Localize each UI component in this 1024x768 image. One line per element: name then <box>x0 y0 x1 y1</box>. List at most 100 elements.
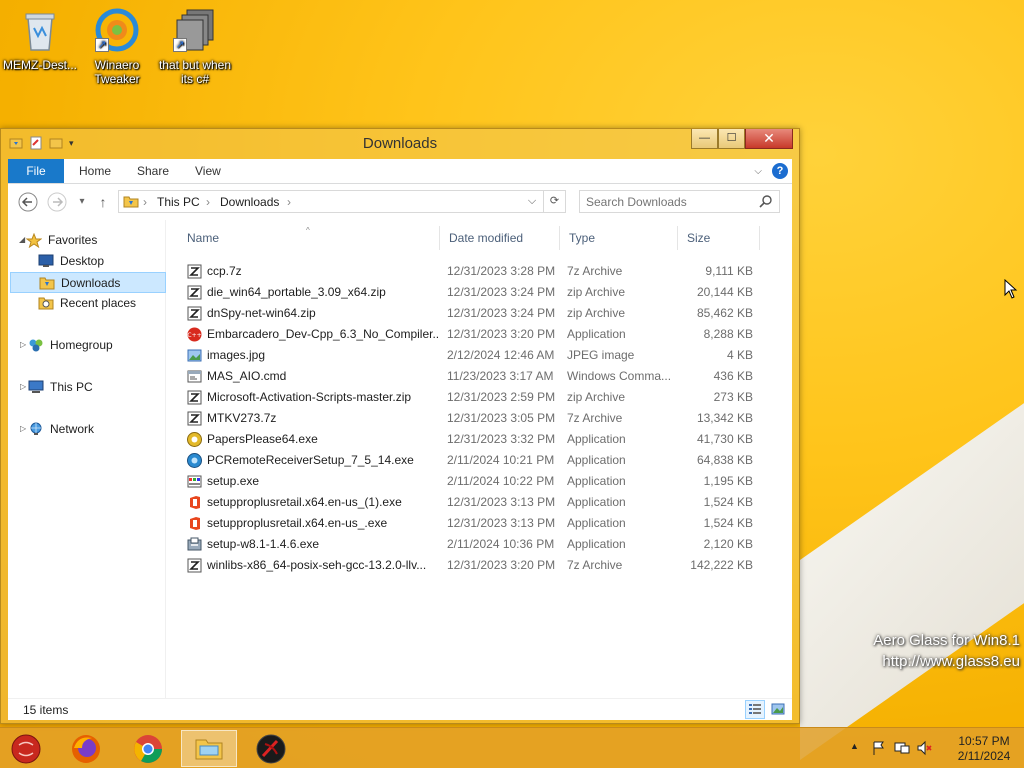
computer-icon <box>28 380 44 394</box>
explorer-window[interactable]: ▾ Downloads — ☐ ✕ File Home Share View ⌵… <box>0 128 800 724</box>
file-row[interactable]: PapersPlease64.exe 12/31/2023 3:32 PM Appl… <box>178 429 778 450</box>
desktop-icon-memz[interactable]: MEMZ-Dest... <box>0 6 80 72</box>
file-size: 4 KB <box>726 348 753 362</box>
file-size: 273 KB <box>713 390 753 404</box>
title-bar[interactable]: ▾ Downloads — ☐ ✕ <box>1 129 799 159</box>
start-button[interactable] <box>0 730 52 767</box>
file-row[interactable]: ccp.7z 12/31/2023 3:28 PM 7z Archive 9,111 … <box>178 261 778 282</box>
search-box[interactable] <box>579 190 780 213</box>
minimize-button[interactable]: — <box>691 129 718 149</box>
svg-text:C++: C++ <box>187 332 201 339</box>
file-row[interactable]: PCRemoteReceiverSetup_7_5_14.exe 2/11/202… <box>178 450 778 471</box>
app-icon <box>256 734 286 764</box>
file-row[interactable]: setupproplusretail.x64.en-us_(1).exe 12/3… <box>178 492 778 513</box>
file-size: 1,195 KB <box>703 474 753 488</box>
file-type: 7z Archive <box>567 264 623 278</box>
file-row[interactable]: MAS_AIO.cmd 11/23/2023 3:17 AM Windows Com… <box>178 366 778 387</box>
file-row[interactable]: Microsoft-Activation-Scripts-master.zip 1… <box>178 387 778 408</box>
nav-downloads[interactable]: Downloads <box>10 272 166 293</box>
chrome-icon <box>134 735 162 763</box>
recent-places-icon <box>38 296 54 310</box>
volume-muted-icon[interactable] <box>916 740 932 759</box>
file-row[interactable]: setup-w8.1-1.4.6.exe 2/11/2024 10:36 PM Ap… <box>178 534 778 555</box>
back-button[interactable] <box>18 192 38 212</box>
breadcrumb-this-pc[interactable]: This PC <box>157 195 200 209</box>
file-size: 8,288 KB <box>703 327 753 341</box>
file-name: ccp.7z <box>207 264 242 278</box>
column-header-size[interactable]: Size <box>678 226 760 250</box>
taskbar-app[interactable] <box>243 730 299 767</box>
nav-this-pc[interactable]: This PC <box>28 377 153 398</box>
maximize-button[interactable]: ☐ <box>718 129 745 149</box>
file-row[interactable]: MTKV273.7z 12/31/2023 3:05 PM 7z Archive 13… <box>178 408 778 429</box>
file-name: MTKV273.7z <box>207 411 277 425</box>
taskbar-chrome[interactable] <box>120 730 176 767</box>
file-date-modified: 2/11/2024 10:22 PM <box>447 474 555 488</box>
expand-network-icon[interactable]: ▷ <box>20 425 28 433</box>
tab-share[interactable]: Share <box>137 159 169 183</box>
file-date-modified: 12/31/2023 3:28 PM <box>447 264 556 278</box>
refresh-button[interactable]: ⟳ <box>543 191 565 212</box>
nav-recent-places[interactable]: Recent places <box>38 293 163 314</box>
network-status-icon[interactable] <box>894 740 910 759</box>
file-date-modified: 12/31/2023 3:32 PM <box>447 432 556 446</box>
file-row[interactable]: C++ Embarcadero_Dev-Cpp_6.3_No_Compiler..… <box>178 324 778 345</box>
details-view-icon <box>749 704 761 714</box>
recycle-bin-icon <box>16 6 64 54</box>
nav-favorites[interactable]: Favorites <box>25 230 156 251</box>
search-input[interactable] <box>586 194 756 210</box>
address-bar[interactable]: › This PC › Downloads › ⌵ ⟳ <box>118 190 566 213</box>
file-date-modified: 2/11/2024 10:21 PM <box>447 453 555 467</box>
chevron-down-icon[interactable]: ⌵ <box>754 166 762 177</box>
taskbar-file-explorer[interactable] <box>181 730 237 767</box>
search-icon[interactable] <box>759 194 773 211</box>
expand-homegroup-icon[interactable]: ▷ <box>20 341 28 349</box>
details-view-button[interactable] <box>745 700 765 719</box>
file-row[interactable]: images.jpg 2/12/2024 12:46 AM JPEG image 4 … <box>178 345 778 366</box>
up-button[interactable]: ↑ <box>93 192 113 212</box>
file-name: setup-w8.1-1.4.6.exe <box>207 537 320 551</box>
file-row[interactable]: winlibs-x86_64-posix-seh-gcc-13.2.0-llv.… <box>178 555 778 576</box>
tab-file[interactable]: File <box>8 159 64 183</box>
desktop-icon-label: that but when <box>158 58 232 72</box>
recent-locations-button[interactable]: ▾ <box>72 192 92 212</box>
address-dropdown-button[interactable]: ⌵ <box>521 191 543 212</box>
breadcrumb-downloads[interactable]: Downloads <box>220 195 279 209</box>
column-header-date[interactable]: Date modified <box>440 226 560 250</box>
file-row[interactable]: setup.exe 2/11/2024 10:22 PM Application 1,… <box>178 471 778 492</box>
help-icon[interactable]: ? <box>772 163 788 179</box>
file-type: JPEG image <box>567 348 635 362</box>
forward-button[interactable] <box>47 192 67 212</box>
file-type: Application <box>567 327 626 341</box>
large-icons-view-button[interactable] <box>768 700 788 719</box>
nav-network[interactable]: Network <box>28 419 153 440</box>
content-area: ◢ Favorites Desktop Downloads Recent pla… <box>8 220 792 698</box>
mouse-cursor-icon <box>1004 279 1018 299</box>
file-row[interactable]: die_win64_portable_3.09_x64.zip 12/31/202… <box>178 282 778 303</box>
show-hidden-icons-icon[interactable]: ▲ <box>850 741 859 751</box>
image-icon <box>187 348 202 363</box>
column-header-name[interactable]: Name ^ <box>178 226 440 250</box>
desktop-icon-that-but-when[interactable]: ↗ that but when its c# <box>155 6 235 86</box>
taskbar-clock[interactable]: 10:57 PM 2/11/2024 <box>954 734 1014 764</box>
nav-desktop[interactable]: Desktop <box>38 251 158 272</box>
tab-home[interactable]: Home <box>79 159 111 183</box>
close-button[interactable]: ✕ <box>745 129 793 149</box>
navigation-bar: ▾ ↑ › This PC › Downloads › ⌵ ⟳ <box>8 184 792 220</box>
cmd-icon <box>187 369 202 384</box>
desktop-icon-winaero[interactable]: ↗ Winaero Tweaker <box>77 6 157 86</box>
file-row[interactable]: dnSpy-net-win64.zip 12/31/2023 3:24 PM zip… <box>178 303 778 324</box>
file-date-modified: 12/31/2023 3:24 PM <box>447 306 556 320</box>
nav-homegroup[interactable]: Homegroup <box>28 335 153 356</box>
expand-this-pc-icon[interactable]: ▷ <box>20 383 28 391</box>
file-size: 436 KB <box>713 369 753 383</box>
file-row[interactable]: setupproplusretail.x64.en-us_.exe 12/31/2… <box>178 513 778 534</box>
column-header-type[interactable]: Type <box>560 226 678 250</box>
taskbar-firefox[interactable] <box>58 730 114 767</box>
file-size: 64,838 KB <box>696 453 753 467</box>
file-name: Embarcadero_Dev-Cpp_6.3_No_Compiler... <box>207 327 439 341</box>
tab-view[interactable]: View <box>195 159 221 183</box>
file-date-modified: 12/31/2023 3:24 PM <box>447 285 556 299</box>
file-type: 7z Archive <box>567 411 623 425</box>
action-center-flag-icon[interactable] <box>871 740 887 759</box>
